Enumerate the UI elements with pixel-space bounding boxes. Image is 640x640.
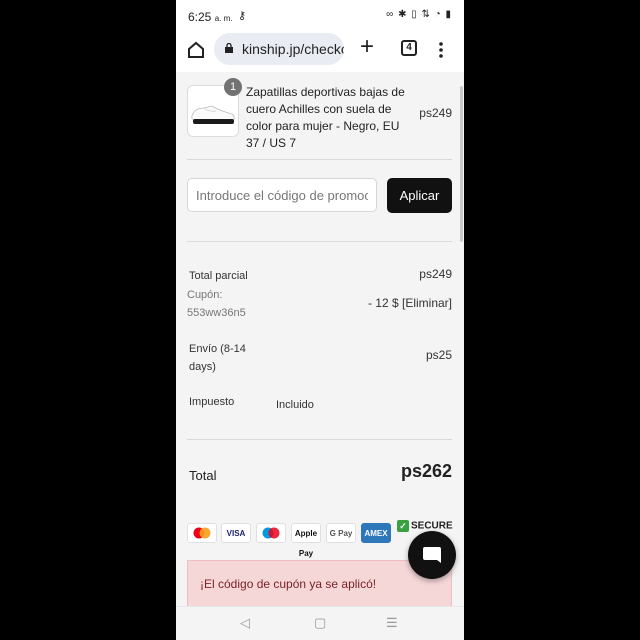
address-bar[interactable]: kinship.jp/checkout [214,33,344,65]
url-text: kinship.jp/checkout [242,41,344,57]
scrollbar[interactable] [460,86,463,242]
subtotal-label: Total parcial [189,270,248,282]
status-time: 6:25 a. m. [188,10,232,24]
alert-message: ¡El código de cupón ya se aplicó! [200,577,377,591]
product-name: Zapatillas deportivas bajas de cuero Ach… [246,85,405,150]
tab-switcher-button[interactable]: 4 [401,40,417,56]
maestro-icon [256,523,286,543]
shipping-label: Envío (8-14 days) [189,343,246,373]
coupon-discount-remove-link[interactable]: - 12 $ [Eliminar] [368,296,452,310]
coupon-code: 553ww36n5 [187,307,246,319]
key-icon: ⚷ [238,10,247,22]
secure-text: SECURE [411,520,453,532]
apple-pay-icon: Apple Pay [291,523,321,558]
total-label: Total [189,468,217,483]
more-menu-icon[interactable] [438,40,444,60]
home-nav-icon[interactable]: ▢ [314,615,326,631]
checkout-content: 1 Zapatillas deportivas bajas de cuero A… [176,72,464,606]
shipping-value: ps25 [425,348,452,362]
amex-icon: AMEX [361,523,391,543]
divider [187,241,452,242]
recents-icon[interactable]: ☰ [386,615,398,631]
browser-toolbar: kinship.jp/checkout + 4 [176,32,464,73]
visa-icon: VISA [221,523,251,543]
phone-screen: 6:25 a. m. ⚷ ∞ ✱ ▯ ⇅ ◔ ▮ kinship.jp/chec… [176,0,464,640]
home-icon[interactable] [186,40,206,60]
quantity-badge: 1 [224,78,242,96]
product-price: ps249 [419,106,452,120]
mastercard-icon [187,523,217,543]
status-bar: 6:25 a. m. ⚷ ∞ ✱ ▯ ⇅ ◔ ▮ [176,0,464,32]
back-icon[interactable]: ◁ [240,615,250,631]
tax-label: Impuesto [189,396,235,408]
new-tab-icon[interactable]: + [360,35,374,59]
promo-code-input[interactable] [187,178,377,212]
chat-button[interactable] [408,531,456,579]
total-value: ps262 [400,461,452,481]
google-pay-icon: G Pay [326,523,356,543]
lock-icon [225,43,233,53]
coupon-label: Cupón: [187,289,223,301]
clock-text: 6:25 [188,10,212,24]
system-nav-bar: ◁ ▢ ☰ [176,606,464,640]
subtotal-value: ps249 [419,267,452,281]
divider [187,439,452,440]
chat-bubble-icon [423,547,441,563]
status-icons: ∞ ✱ ▯ ⇅ ◔ ▮ [386,9,452,20]
divider [187,159,452,160]
ampm-text: a. m. [214,14,233,23]
tax-value: Incluido [276,399,314,411]
apply-button[interactable]: Aplicar [387,178,452,213]
